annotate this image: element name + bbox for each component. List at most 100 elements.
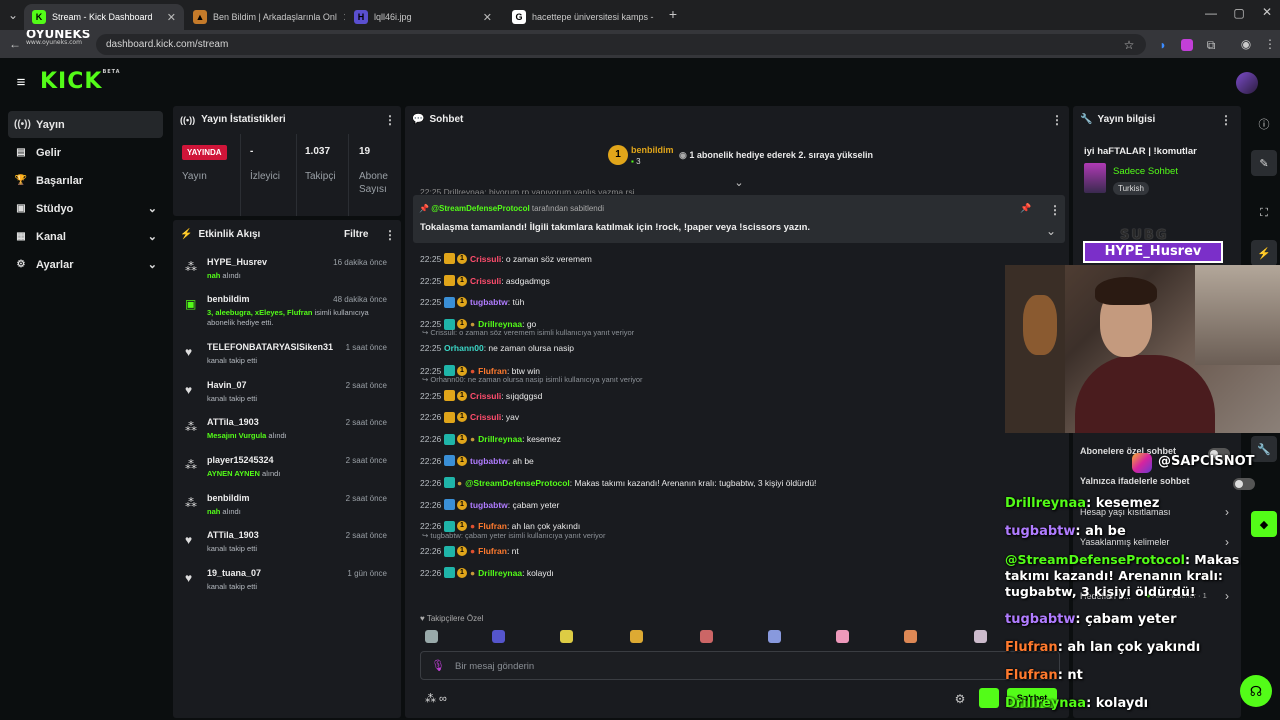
chat-username[interactable]: Orhann00 bbox=[444, 343, 484, 353]
activity-user[interactable]: 19_tuana_07 bbox=[207, 568, 261, 578]
activity-item[interactable]: ♥ TELEFONBATARYASISiken31 1 saat önce kanal… bbox=[173, 339, 397, 378]
tab-search-icon[interactable]: ⌄ bbox=[6, 8, 20, 22]
activity-user[interactable]: ATTila_1903 bbox=[207, 530, 259, 540]
emote-icon[interactable] bbox=[492, 630, 505, 643]
browser-tab[interactable]: K Stream - Kick Dashboard ✕ bbox=[24, 4, 184, 30]
emote-icon[interactable] bbox=[974, 630, 987, 643]
chat-message[interactable]: 22:25 Orhann00: ne zaman olursa nasip bbox=[420, 343, 574, 353]
activity-user[interactable]: Havin_07 bbox=[207, 380, 247, 390]
url-field[interactable]: dashboard.kick.com/stream bbox=[96, 34, 1146, 55]
emote-chat-toggle[interactable] bbox=[1233, 477, 1256, 490]
activity-item[interactable]: ⁂ benbildim 2 saat önce nah alındı bbox=[173, 490, 397, 529]
sidebar-item[interactable]: 🏆 Başarılar bbox=[8, 167, 163, 194]
mic-icon[interactable]: 🎙 bbox=[431, 659, 445, 672]
activity-more-icon[interactable]: ⋮ bbox=[384, 228, 396, 242]
browser-tab[interactable]: Ghacettepe üniversitesi kamps -✕ bbox=[504, 4, 660, 30]
chat-username[interactable]: Drillreynaa bbox=[478, 434, 522, 444]
unpin-icon[interactable]: 📌 bbox=[1020, 203, 1031, 214]
category-name[interactable]: Sadece Sohbet bbox=[1113, 166, 1178, 177]
activity-item[interactable]: ⁂ HYPE_Husrev 16 dakika önce nah alındı bbox=[173, 254, 397, 293]
hamburger-menu-icon[interactable]: ≡ bbox=[13, 74, 29, 91]
chat-username[interactable]: Crissuli bbox=[470, 412, 501, 422]
emote-icon[interactable] bbox=[836, 630, 849, 643]
sidebar-item[interactable]: ▦ Kanal ⌄ bbox=[8, 223, 163, 250]
tab-close-icon[interactable]: ✕ bbox=[477, 11, 492, 24]
activity-user[interactable]: player15245324 bbox=[207, 455, 274, 465]
browser-tab[interactable]: Hlqll46i.jpg ✕ bbox=[346, 4, 500, 30]
chat-message[interactable]: 22:25 1 Crissuli: sıjqdggsd bbox=[420, 390, 542, 401]
chat-message[interactable]: 22:26 1 ● Drillreynaa: kolaydı bbox=[420, 567, 554, 579]
pinned-expand-icon[interactable]: ⌄ bbox=[1045, 224, 1057, 238]
chat-message[interactable]: 22:25 1 Crissuli: asdgadmgs bbox=[420, 275, 550, 286]
new-tab-icon[interactable]: + bbox=[666, 6, 680, 22]
user-avatar[interactable] bbox=[1236, 72, 1258, 94]
activity-item[interactable]: ⁂ ATTila_1903 2 saat önce Mesajını Vurgula … bbox=[173, 414, 397, 453]
browser-tab[interactable]: ▲ Ben Bildim | Arkadaşlarınla Onl✕ bbox=[185, 4, 345, 30]
extension-2-icon[interactable] bbox=[1181, 39, 1193, 51]
collapse-arrow-icon[interactable]: ⌄ bbox=[733, 176, 745, 189]
chat-input[interactable]: 🎙 Bir mesaj gönderin bbox=[420, 651, 1060, 680]
back-icon[interactable]: ← bbox=[8, 37, 22, 51]
activity-item[interactable]: ♥ Havin_07 2 saat önce kanalı takip etti bbox=[173, 377, 397, 416]
chevron-down-icon[interactable]: ⌄ bbox=[148, 202, 157, 215]
lightning-rail-icon[interactable]: ⚡ bbox=[1251, 240, 1277, 266]
tab-close-icon[interactable]: ✕ bbox=[654, 11, 661, 24]
emote-picker-button[interactable] bbox=[979, 688, 999, 708]
chat-username[interactable]: tugbabtw bbox=[470, 456, 508, 466]
expand-rail-icon[interactable]: ⛶ bbox=[1251, 200, 1277, 226]
close-window-icon[interactable]: ✕ bbox=[1260, 5, 1274, 19]
chat-message[interactable]: 22:25 1 Crissuli: o zaman söz veremem bbox=[420, 253, 592, 264]
activity-user[interactable]: benbildim bbox=[207, 493, 250, 503]
activity-item[interactable]: ♥ 19_tuana_07 1 gün önce kanalı takip etti bbox=[173, 565, 397, 604]
chat-message[interactable]: 22:26 ● @StreamDefenseProtocol: Makas takı… bbox=[420, 477, 816, 489]
bookmark-star-icon[interactable]: ☆ bbox=[1122, 38, 1136, 52]
gift-promo[interactable]: ◉ 1 abonelik hediye ederek 2. sıraya yük… bbox=[679, 150, 873, 161]
chat-username[interactable]: Crissuli bbox=[470, 391, 501, 401]
tab-close-icon[interactable]: ✕ bbox=[337, 11, 345, 24]
banned-chevron-icon[interactable]: › bbox=[1222, 535, 1232, 549]
chat-message[interactable]: 22:25 1 tugbabtw: tüh bbox=[420, 296, 524, 308]
emote-icon[interactable] bbox=[425, 630, 438, 643]
extension-rail-icon[interactable]: ◆ bbox=[1251, 511, 1277, 537]
sidebar-item[interactable]: ▤ Gelir bbox=[8, 139, 163, 166]
activity-user[interactable]: ATTila_1903 bbox=[207, 417, 259, 427]
activity-item[interactable]: ▣ benbildim 48 dakika önce 3, aleebugra, xE… bbox=[173, 291, 397, 330]
activity-item[interactable]: ⁂ player15245324 2 saat önce AYNEN AYNEN al… bbox=[173, 452, 397, 491]
chat-more-icon[interactable]: ⋮ bbox=[1051, 113, 1063, 127]
chat-username[interactable]: Crissuli bbox=[470, 254, 501, 264]
chat-username[interactable]: Drillreynaa bbox=[478, 568, 522, 578]
chat-settings-icon[interactable]: ⚙ bbox=[954, 692, 966, 706]
chat-username[interactable]: tugbabtw bbox=[470, 297, 508, 307]
chevron-down-icon[interactable]: ⌄ bbox=[148, 230, 157, 243]
kick-logo[interactable]: KICKBETA bbox=[40, 69, 121, 94]
extension-icon[interactable]: ◗ bbox=[1156, 38, 1170, 52]
emote-icon[interactable] bbox=[560, 630, 573, 643]
pinned-more-icon[interactable]: ⋮ bbox=[1049, 203, 1061, 217]
restrictions-chevron-icon[interactable]: › bbox=[1222, 505, 1232, 519]
emote-icon[interactable] bbox=[700, 630, 713, 643]
stats-more-icon[interactable]: ⋮ bbox=[384, 113, 396, 127]
chat-username[interactable]: tugbabtw bbox=[470, 500, 508, 510]
activity-user[interactable]: benbildim bbox=[207, 294, 250, 304]
tab-close-icon[interactable]: ✕ bbox=[161, 11, 176, 24]
category-thumbnail[interactable] bbox=[1084, 163, 1106, 193]
sidebar-item[interactable]: ⚙ Ayarlar ⌄ bbox=[8, 251, 163, 278]
edit-rail-icon[interactable]: ✎ bbox=[1251, 150, 1277, 176]
chat-message[interactable]: 22:26 1 tugbabtw: çabam yeter bbox=[420, 499, 559, 510]
emote-icon[interactable] bbox=[904, 630, 917, 643]
chat-username[interactable]: Crissuli bbox=[470, 276, 501, 286]
chat-message[interactable]: 22:26 1 ● Flufran: nt bbox=[420, 545, 519, 557]
emote-icon[interactable] bbox=[768, 630, 781, 643]
info-more-icon[interactable]: ⋮ bbox=[1220, 113, 1232, 127]
maximize-icon[interactable]: ▢ bbox=[1232, 6, 1246, 20]
activity-user[interactable]: HYPE_Husrev bbox=[207, 257, 267, 267]
activity-item[interactable]: ♥ ATTila_1903 2 saat önce kanalı takip etti bbox=[173, 527, 397, 566]
chevron-down-icon[interactable]: ⌄ bbox=[148, 258, 157, 271]
info-rail-icon[interactable]: ⓘ bbox=[1251, 111, 1277, 137]
chat-message[interactable]: 22:26 1 ● Drillreynaa: kesemez bbox=[420, 433, 561, 445]
chat-message[interactable]: 22:26 1 Crissuli: yav bbox=[420, 411, 519, 423]
minimize-icon[interactable]: — bbox=[1204, 6, 1218, 20]
chat-username[interactable]: Flufran bbox=[478, 546, 507, 556]
activity-filter-button[interactable]: Filtre bbox=[344, 229, 368, 240]
activity-user[interactable]: TELEFONBATARYASISiken31 bbox=[207, 342, 333, 352]
